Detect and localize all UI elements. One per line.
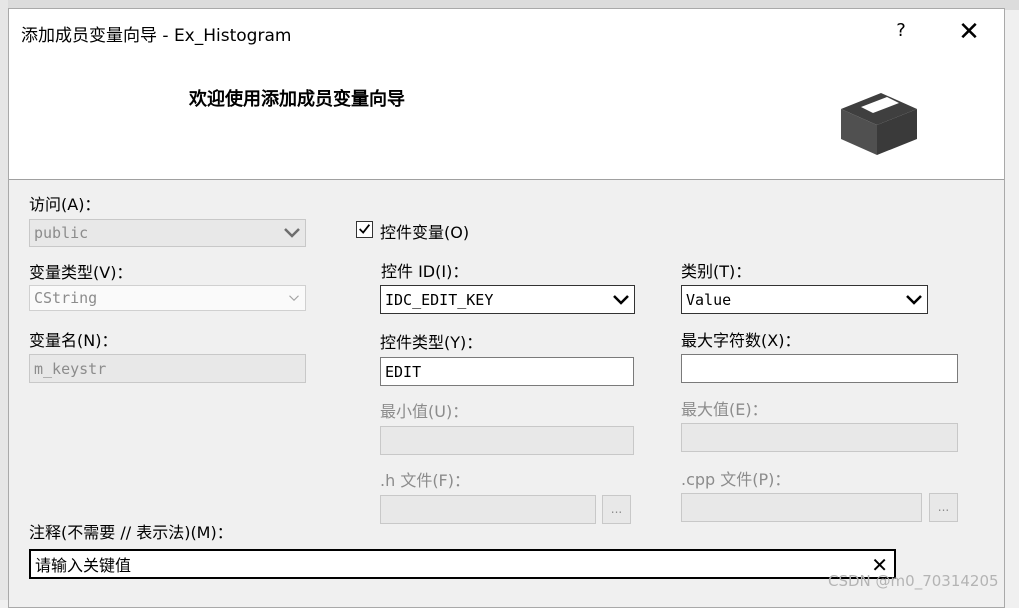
window-title: 添加成员变量向导 - Ex_Histogram (21, 26, 292, 46)
wizard-header: 欢迎使用添加成员变量向导 (9, 53, 1004, 180)
chevron-down-icon (613, 294, 629, 305)
h-file-input[interactable] (380, 495, 596, 524)
watermark: CSDN @m0_70314205 (828, 572, 999, 590)
control-id-select[interactable]: IDC_EDIT_KEY (380, 285, 635, 314)
control-id-label: 控件 ID(I)： (381, 262, 469, 281)
variable-type-combo[interactable]: CString (29, 285, 306, 311)
comment-input[interactable]: 请输入关键值 ✕ (29, 549, 896, 579)
access-select[interactable]: public (29, 219, 306, 247)
access-value: public (34, 224, 89, 242)
max-chars-label: 最大字符数(X)： (681, 331, 801, 350)
access-label: 访问(A)： (29, 195, 101, 214)
min-value-label: 最小值(U)： (380, 402, 469, 421)
comment-label: 注释(不需要 // 表示法)(M)： (29, 523, 233, 542)
comment-value: 请输入关键值 (35, 556, 132, 575)
max-value-label: 最大值(E)： (681, 400, 768, 419)
background-window-edge (0, 0, 8, 600)
variable-name-input[interactable]: m_keystr (29, 354, 306, 383)
add-member-variable-dialog: 添加成员变量向导 - Ex_Histogram ? ✕ 欢迎使用添加成员变量向导… (8, 8, 1005, 608)
control-id-value: IDC_EDIT_KEY (385, 290, 494, 309)
checkmark-icon (359, 224, 371, 234)
variable-type-label: 变量类型(V)： (29, 263, 133, 282)
category-select[interactable]: Value (681, 285, 928, 314)
variable-name-value: m_keystr (34, 359, 107, 378)
help-button[interactable]: ? (889, 19, 913, 43)
chevron-down-icon (906, 294, 922, 305)
title-bar: 添加成员变量向导 - Ex_Histogram ? ✕ (9, 9, 1004, 53)
variable-name-label: 变量名(N)： (29, 331, 118, 350)
variable-type-value: CString (34, 289, 98, 307)
category-label: 类别(T)： (681, 262, 752, 281)
chevron-down-icon (284, 228, 300, 238)
control-variable-checkbox[interactable] (356, 221, 373, 238)
chevron-down-icon (289, 295, 299, 302)
category-value: Value (686, 290, 732, 309)
cpp-file-input[interactable] (681, 493, 922, 522)
control-type-value: EDIT (385, 362, 422, 381)
min-value-input[interactable] (380, 426, 634, 455)
max-chars-input[interactable] (681, 354, 958, 383)
max-value-input[interactable] (681, 423, 958, 452)
h-file-browse-button[interactable]: ... (602, 495, 631, 524)
cpp-file-label: .cpp 文件(P)： (681, 470, 791, 489)
close-button[interactable]: ✕ (954, 17, 984, 47)
cpp-file-browse-button[interactable]: ... (929, 493, 958, 522)
control-variable-label: 控件变量(O) (380, 223, 470, 242)
control-type-input[interactable]: EDIT (380, 357, 634, 386)
box-icon (841, 93, 917, 155)
control-type-label: 控件类型(Y)： (380, 333, 483, 352)
h-file-label: .h 文件(F)： (380, 471, 471, 490)
welcome-heading: 欢迎使用添加成员变量向导 (189, 89, 405, 110)
